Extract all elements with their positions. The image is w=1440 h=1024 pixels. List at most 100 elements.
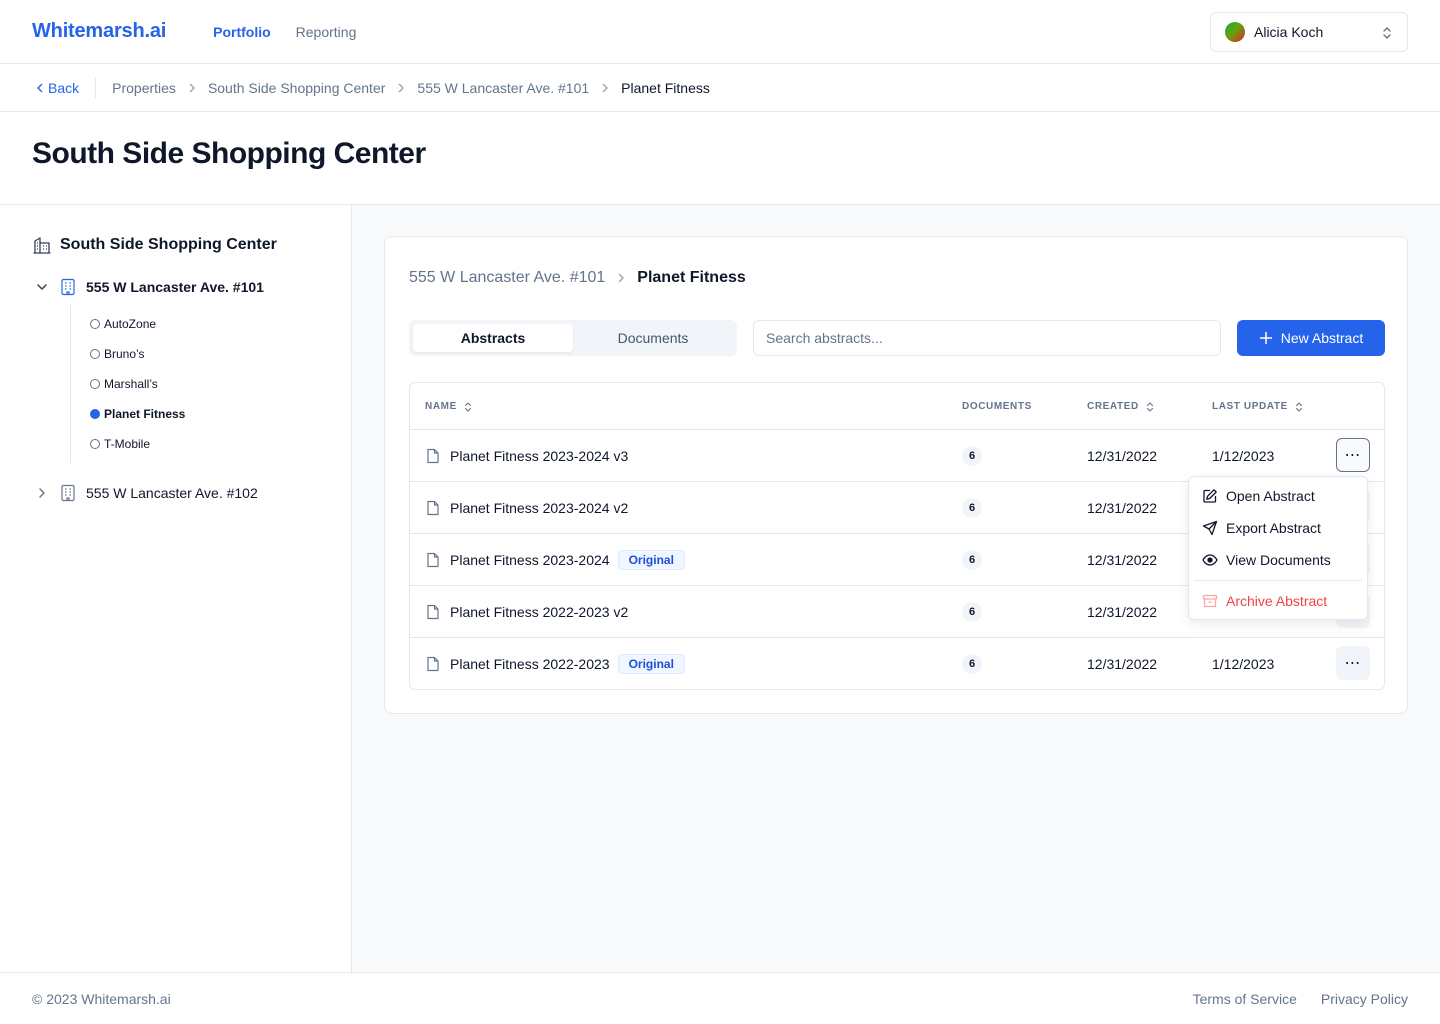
menu-archive-label: Archive Abstract <box>1226 593 1328 609</box>
avatar <box>1225 22 1245 42</box>
tab-documents[interactable]: Documents <box>573 324 733 352</box>
file-icon <box>426 448 440 464</box>
breadcrumb: Back Properties South Side Shopping Cent… <box>0 64 1440 112</box>
file-icon <box>426 552 440 568</box>
row-actions-menu: Open Abstract Export Abstract View Docum… <box>1188 476 1368 620</box>
last-update-cell: 1/12/2023 <box>1212 656 1275 672</box>
col-name-label: NAME <box>425 401 457 412</box>
menu-open-abstract[interactable]: Open Abstract <box>1192 480 1364 512</box>
divider <box>95 77 97 98</box>
menu-export-abstract[interactable]: Export Abstract <box>1192 512 1364 544</box>
col-created[interactable]: CREATED <box>1087 383 1155 430</box>
col-last-update-label: LAST UPDATE <box>1212 401 1288 412</box>
created-cell: 12/31/2022 <box>1087 604 1158 620</box>
privacy-link[interactable]: Privacy Policy <box>1321 991 1408 1007</box>
terms-link[interactable]: Terms of Service <box>1193 991 1297 1007</box>
name-cell: Planet Fitness 2023-2024 v2 <box>426 482 628 534</box>
new-abstract-button[interactable]: New Abstract <box>1237 320 1385 356</box>
back-link[interactable]: Back <box>32 80 79 96</box>
abstract-name[interactable]: Planet Fitness 2022-2023 v2 <box>450 604 628 620</box>
created-cell: 12/31/2022 <box>1087 656 1158 672</box>
abstract-name[interactable]: Planet Fitness 2022-2023 <box>450 656 610 672</box>
new-abstract-label: New Abstract <box>1280 330 1364 346</box>
documents-cell: 6 <box>962 534 982 586</box>
tree-unit-101[interactable]: 555 W Lancaster Ave. #101 <box>32 273 319 301</box>
chevron-right-icon <box>188 83 196 93</box>
abstract-name[interactable]: Planet Fitness 2023-2024 v3 <box>450 448 628 464</box>
plus-icon <box>1259 331 1273 345</box>
brand-logo[interactable]: Whitemarsh.ai <box>32 20 166 43</box>
top-nav: Whitemarsh.ai Portfolio Reporting Alicia… <box>0 0 1440 64</box>
created-cell: 12/31/2022 <box>1087 448 1158 464</box>
documents-cell: 6 <box>962 482 982 534</box>
tenant-planet-fitness[interactable]: Planet Fitness <box>90 399 319 429</box>
chevron-right-icon <box>617 273 625 283</box>
tenant-t-mobile[interactable]: T-Mobile <box>90 429 319 459</box>
tab-group: Abstracts Documents <box>409 320 737 356</box>
nav-portfolio[interactable]: Portfolio <box>213 24 271 40</box>
more-horizontal-icon: ⋯ <box>1344 655 1362 672</box>
created-cell: 12/31/2022 <box>1087 552 1158 568</box>
sort-icon <box>1145 401 1155 413</box>
footer: © 2023 Whitemarsh.ai Terms of Service Pr… <box>0 972 1440 1024</box>
table-row[interactable]: Planet Fitness 2022-2023 Original 6 12/3… <box>410 638 1384 689</box>
chevron-left-icon <box>36 83 44 93</box>
col-last-update[interactable]: LAST UPDATE <box>1212 383 1304 430</box>
tenant-label: Bruno’s <box>104 347 145 361</box>
tenant-list: AutoZone Bruno’s Marshall’s Planet Fitne… <box>70 305 319 463</box>
send-icon <box>1202 520 1218 536</box>
menu-divider <box>1194 580 1362 581</box>
tree-unit-label: 555 W Lancaster Ave. #101 <box>86 279 264 295</box>
crumb-property[interactable]: South Side Shopping Center <box>208 80 385 96</box>
tree-root-label: South Side Shopping Center <box>60 236 277 253</box>
col-documents-label: DOCUMENTS <box>962 401 1032 412</box>
tree-root[interactable]: South Side Shopping Center <box>32 235 319 255</box>
sort-icon <box>463 401 473 413</box>
tenant-label: Marshall’s <box>104 377 158 391</box>
search-input[interactable] <box>753 320 1221 356</box>
abstract-name[interactable]: Planet Fitness 2023-2024 <box>450 552 610 568</box>
office-building-icon <box>60 484 76 502</box>
sort-icon <box>1294 401 1304 413</box>
menu-archive-abstract[interactable]: Archive Abstract <box>1192 585 1364 617</box>
table-row[interactable]: Planet Fitness 2023-2024 v3 6 12/31/2022… <box>410 430 1384 482</box>
property-tree: South Side Shopping Center 555 W Lancast… <box>0 205 352 972</box>
back-label: Back <box>48 79 80 96</box>
main-nav: Portfolio Reporting <box>213 24 356 40</box>
tenant-autozone[interactable]: AutoZone <box>90 309 319 339</box>
footer-links: Terms of Service Privacy Policy <box>1193 991 1408 1007</box>
chevron-down-icon[interactable] <box>32 277 52 297</box>
tenant-marshalls[interactable]: Marshall’s <box>90 369 319 399</box>
tree-unit-102[interactable]: 555 W Lancaster Ave. #102 <box>32 479 319 507</box>
col-name[interactable]: NAME <box>425 383 473 430</box>
original-badge: Original <box>617 550 685 570</box>
row-actions-button[interactable]: ⋯ <box>1336 646 1370 680</box>
menu-view-documents[interactable]: View Documents <box>1192 544 1364 576</box>
radio-dot <box>90 409 100 419</box>
col-created-label: CREATED <box>1087 401 1139 412</box>
row-actions-button[interactable]: ⋯ <box>1336 438 1370 472</box>
crumb-current: Planet Fitness <box>621 79 710 96</box>
radio-dot <box>90 439 100 449</box>
user-switcher[interactable]: Alicia Koch <box>1210 12 1408 52</box>
radio-dot <box>90 379 100 389</box>
nav-reporting[interactable]: Reporting <box>296 24 357 40</box>
menu-export-label: Export Abstract <box>1226 520 1321 536</box>
col-documents: DOCUMENTS <box>962 383 1032 430</box>
table-header: NAME DOCUMENTS CREATED LAST UPDATE <box>410 383 1384 430</box>
user-name: Alicia Koch <box>1254 24 1324 40</box>
tab-abstracts[interactable]: Abstracts <box>413 324 573 352</box>
card-crumb-unit[interactable]: 555 W Lancaster Ave. #101 <box>409 269 605 287</box>
original-badge: Original <box>617 654 685 674</box>
created-cell: 12/31/2022 <box>1087 500 1158 516</box>
file-icon <box>426 500 440 516</box>
crumb-unit[interactable]: 555 W Lancaster Ave. #101 <box>417 80 589 96</box>
documents-cell: 6 <box>962 430 982 482</box>
card-crumb-tenant: Planet Fitness <box>637 269 746 286</box>
crumb-properties[interactable]: Properties <box>112 80 176 96</box>
tenant-brunos[interactable]: Bruno’s <box>90 339 319 369</box>
abstract-name[interactable]: Planet Fitness 2023-2024 v2 <box>450 500 628 516</box>
tree-unit-label: 555 W Lancaster Ave. #102 <box>86 485 258 501</box>
chevron-right-icon[interactable] <box>32 483 52 503</box>
name-cell: Planet Fitness 2023-2024 v3 <box>426 430 628 482</box>
